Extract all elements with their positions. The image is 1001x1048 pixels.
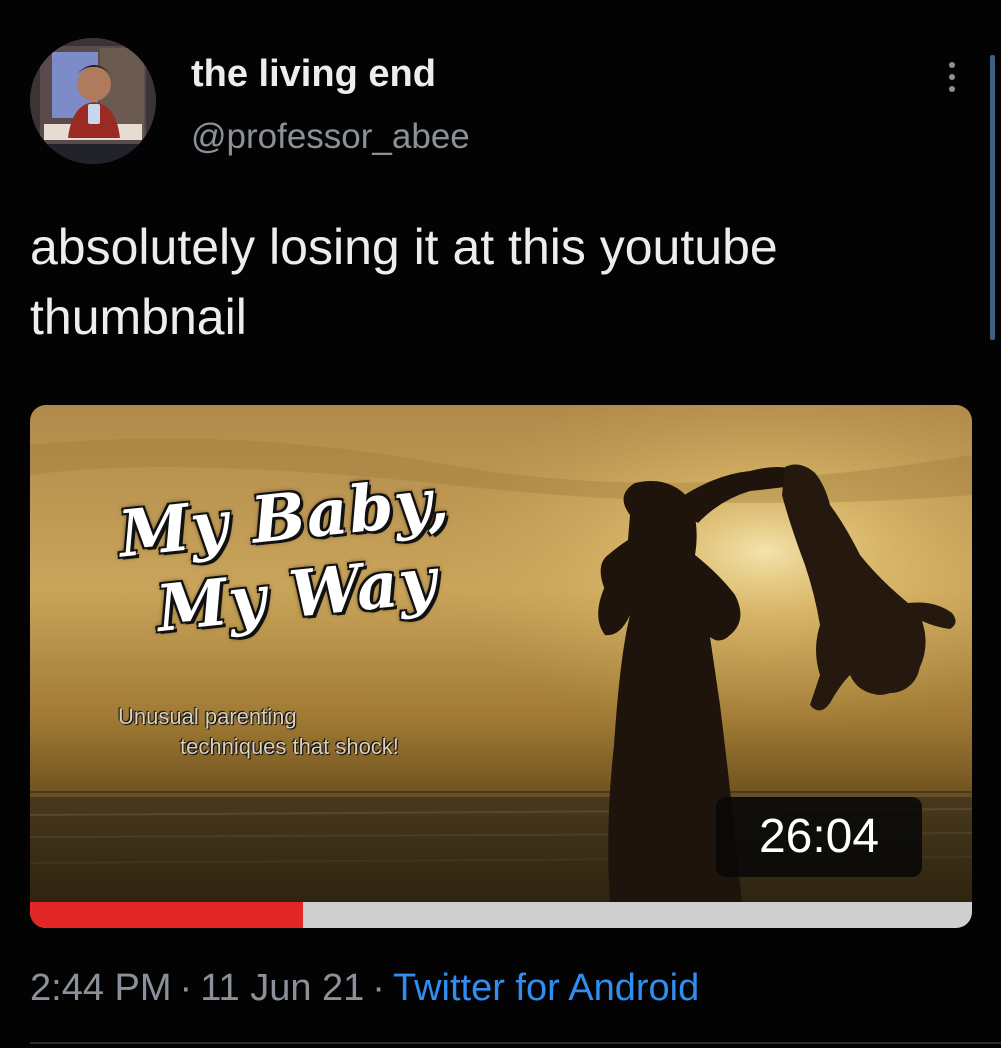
video-progress-fill: [30, 902, 304, 928]
meta-separator: ·: [179, 967, 193, 1009]
tweet-meta: 2:44 PM · 11 Jun 21 · Twitter for Android: [30, 964, 699, 1012]
video-subtitle-line2: techniques that shock!: [180, 734, 399, 759]
tweet-date: 11 Jun 21: [200, 967, 365, 1009]
video-progress-bar[interactable]: [30, 902, 972, 928]
meta-separator: ·: [372, 967, 385, 1009]
scrollbar[interactable]: [990, 55, 995, 340]
video-subtitle: Unusual parenting techniques that shock!: [118, 702, 538, 762]
tweet-time: 2:44 PM: [30, 967, 172, 1009]
video-subtitle-line1: Unusual parenting: [118, 704, 297, 729]
tweet-detail: the living end @professor_abee absolutel…: [0, 0, 1001, 1048]
video-thumbnail[interactable]: My Baby, My Way Unusual parenting techni…: [30, 405, 972, 928]
tweet-source-link[interactable]: Twitter for Android: [393, 967, 699, 1009]
more-dot: [949, 86, 955, 92]
more-dot: [949, 62, 955, 68]
more-vertical-icon[interactable]: [936, 56, 968, 98]
more-dot: [949, 74, 955, 80]
tweet-text: absolutely losing it at this youtube thu…: [30, 219, 778, 345]
avatar-image: [30, 38, 156, 164]
duration-badge: 26:04: [716, 797, 922, 877]
avatar[interactable]: [30, 38, 156, 164]
divider: [30, 1042, 1001, 1044]
author-display-name[interactable]: the living end: [191, 52, 436, 96]
author-handle[interactable]: @professor_abee: [191, 116, 470, 158]
